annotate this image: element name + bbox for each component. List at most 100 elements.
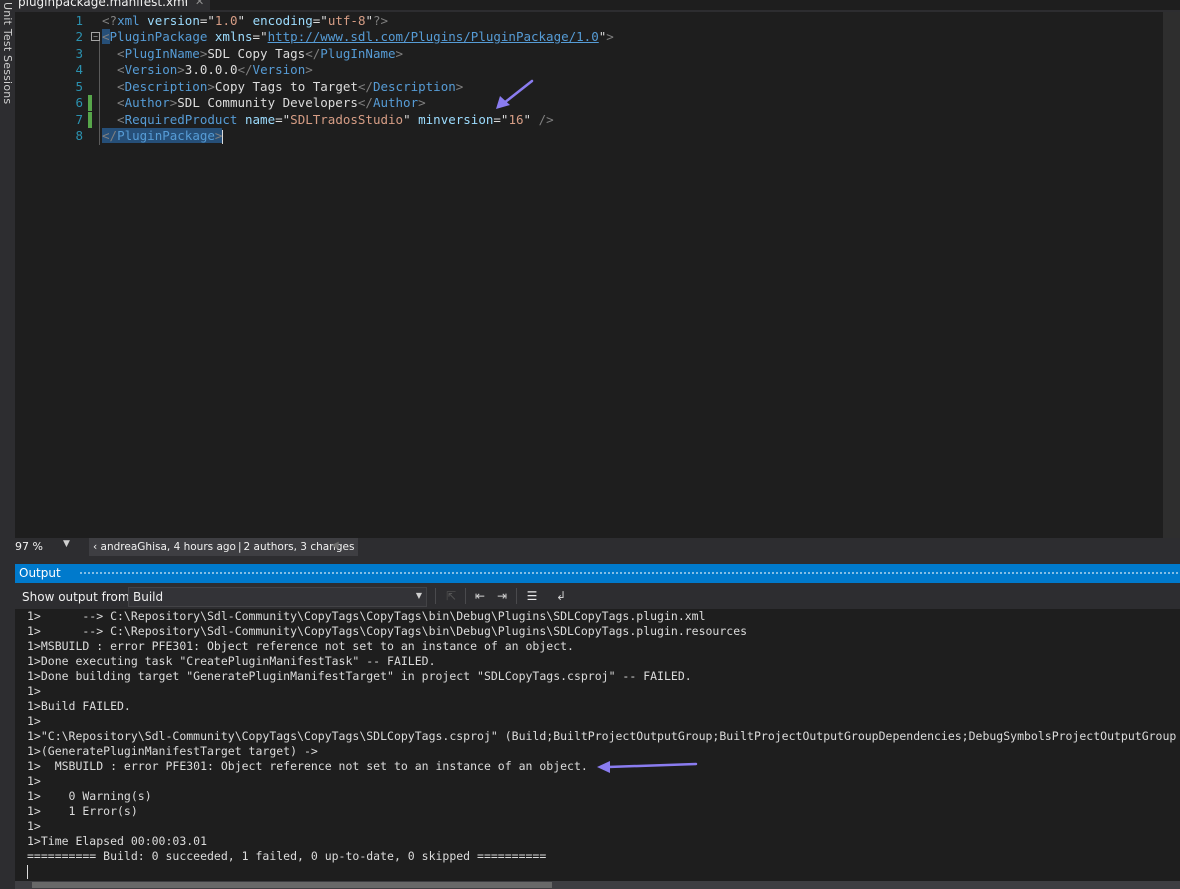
code-token: " — [403, 112, 411, 127]
word-wrap-icon[interactable]: ↲ — [553, 588, 569, 604]
code-token: 3.0.0.0 — [184, 62, 238, 77]
line-number: 7 — [75, 112, 83, 127]
code-token: > — [606, 29, 614, 44]
output-panel-titlebar[interactable]: Output — [15, 564, 1180, 583]
code-line[interactable]: <Version>3.0.0.0</Version> — [102, 62, 313, 78]
code-token: Author — [124, 95, 170, 110]
code-token: < — [102, 62, 125, 77]
line-number: 1 — [75, 13, 83, 28]
code-line[interactable]: </PluginPackage> — [102, 128, 224, 144]
output-line: 1>Time Elapsed 00:00:03.01 — [27, 834, 208, 848]
code-token: name — [245, 112, 276, 127]
editor-status-bar: 97 % ▼ ‹ andreaGhisa, 4 hours ago | 2 auth… — [15, 538, 1180, 556]
code-token: < — [102, 112, 125, 127]
panel-divider[interactable] — [15, 556, 1180, 564]
code-line[interactable]: <RequiredProduct name="SDLTradosStudio" … — [102, 112, 554, 128]
chevron-down-icon[interactable]: ▼ — [63, 539, 70, 549]
code-token: SDL Copy Tags — [207, 46, 306, 61]
toolbar-separator — [465, 588, 466, 604]
side-panel-label[interactable]: Unit Test Sessions — [1, 2, 14, 104]
code-token: http://www.sdl.com/Plugins/PluginPackage… — [267, 29, 599, 44]
code-line[interactable]: <PluginPackage xmlns="http://www.sdl.com… — [102, 29, 614, 45]
code-token: </ — [237, 62, 253, 77]
chevron-down-icon: ▼ — [415, 591, 422, 600]
output-line: 1> — [27, 819, 41, 833]
code-token: RequiredProduct — [124, 112, 238, 127]
code-token: xmlns — [214, 29, 253, 44]
code-token: Description — [372, 79, 456, 94]
show-output-from-label: Show output from: — [22, 590, 134, 604]
collapse-icon[interactable]: − — [91, 32, 100, 41]
document-tab[interactable]: pluginpackage.manifest.xml ⊣ ✕ — [15, 0, 210, 10]
code-line[interactable]: <PlugInName>SDL Copy Tags</PlugInName> — [102, 46, 403, 62]
previous-message-icon[interactable]: ⇤ — [472, 588, 488, 604]
code-token: SDLTradosStudio — [290, 112, 404, 127]
code-token: =" — [493, 112, 509, 127]
code-line[interactable]: <Author>SDL Community Developers</Author… — [102, 95, 426, 111]
change-indicator — [88, 95, 92, 111]
code-token: " — [523, 112, 532, 127]
text-caret — [222, 129, 224, 144]
close-tab-icon[interactable]: ✕ — [195, 0, 204, 8]
code-token: > — [214, 128, 223, 143]
code-token: </ — [357, 95, 373, 110]
text-cursor — [27, 865, 28, 879]
code-token: Version — [252, 62, 306, 77]
editor-vertical-scrollbar[interactable] — [1163, 12, 1180, 538]
code-token: PluginPackage — [109, 29, 208, 44]
code-line[interactable]: <Description>Copy Tags to Target</Descri… — [102, 79, 463, 95]
line-number-gutter: 1 2 3 4 5 6 7 8 − — [15, 12, 100, 538]
code-token: =" — [199, 13, 215, 28]
code-token: > — [455, 79, 464, 94]
scrollbar-thumb[interactable] — [32, 882, 552, 888]
code-token: Copy Tags to Target — [214, 79, 358, 94]
output-source-select[interactable]: Build ▼ — [128, 587, 427, 607]
output-panel-title: Output — [19, 566, 61, 580]
clear-all-icon[interactable]: ☰ — [524, 588, 540, 604]
code-token: </ — [305, 46, 321, 61]
line-number: 4 — [75, 62, 83, 77]
output-horizontal-scrollbar[interactable] — [15, 881, 1180, 889]
code-token: < — [102, 29, 110, 44]
zoom-level: 97 % — [15, 540, 43, 553]
line-number: 2 — [75, 29, 83, 44]
go-to-location-icon[interactable]: ⇱ — [443, 588, 459, 604]
scroll-left-icon[interactable]: ◀ — [331, 540, 339, 551]
code-token: PluginPackage — [117, 128, 215, 143]
codelens-blame[interactable]: ‹ andreaGhisa, 4 hours ago | 2 authors, 3 … — [89, 538, 359, 556]
code-token: " — [365, 13, 374, 28]
document-tab-title[interactable]: pluginpackage.manifest.xml — [18, 0, 188, 9]
blame-author[interactable]: andreaGhisa, 4 hours ago — [101, 541, 236, 553]
output-line: 1>Done executing task "CreatePluginManif… — [27, 654, 436, 668]
code-token: </ — [357, 79, 373, 94]
change-indicator — [88, 112, 92, 128]
pin-icon[interactable]: ⊣ — [178, 0, 187, 6]
code-token: SDL Community Developers — [177, 95, 358, 110]
output-line: ========== Build: 0 succeeded, 1 failed,… — [27, 849, 547, 863]
output-text-area[interactable]: 1> --> C:\Repository\Sdl-Community\CopyT… — [15, 609, 1180, 881]
output-line: 1>MSBUILD : error PFE301: Object referen… — [27, 639, 574, 653]
side-panel-strip[interactable]: Unit Test Sessions — [0, 0, 16, 889]
output-line: 1>Done building target "GeneratePluginMa… — [27, 669, 692, 683]
code-token: version — [147, 13, 200, 28]
line-number: 5 — [75, 79, 83, 94]
code-token: utf-8 — [327, 13, 366, 28]
toolbar-separator — [435, 588, 436, 604]
code-editor[interactable]: 1 2 3 4 5 6 7 8 − <?xml version="1.0" en… — [15, 12, 1180, 538]
code-token: > — [305, 62, 313, 77]
code-token: Author — [372, 95, 419, 110]
code-token: > — [418, 95, 426, 110]
next-message-icon[interactable]: ⇥ — [494, 588, 510, 604]
fold-guide-line — [99, 41, 100, 145]
code-token: 16 — [508, 112, 524, 127]
code-token: <? — [102, 13, 118, 28]
output-line: 1>(GeneratePluginManifestTarget target) … — [27, 744, 318, 758]
output-line: 1> — [27, 684, 41, 698]
code-token: </ — [102, 128, 118, 143]
toolbar-separator — [516, 588, 517, 604]
output-line: 1> — [27, 714, 41, 728]
code-line[interactable]: <?xml version="1.0" encoding="utf-8"?> — [102, 13, 388, 29]
